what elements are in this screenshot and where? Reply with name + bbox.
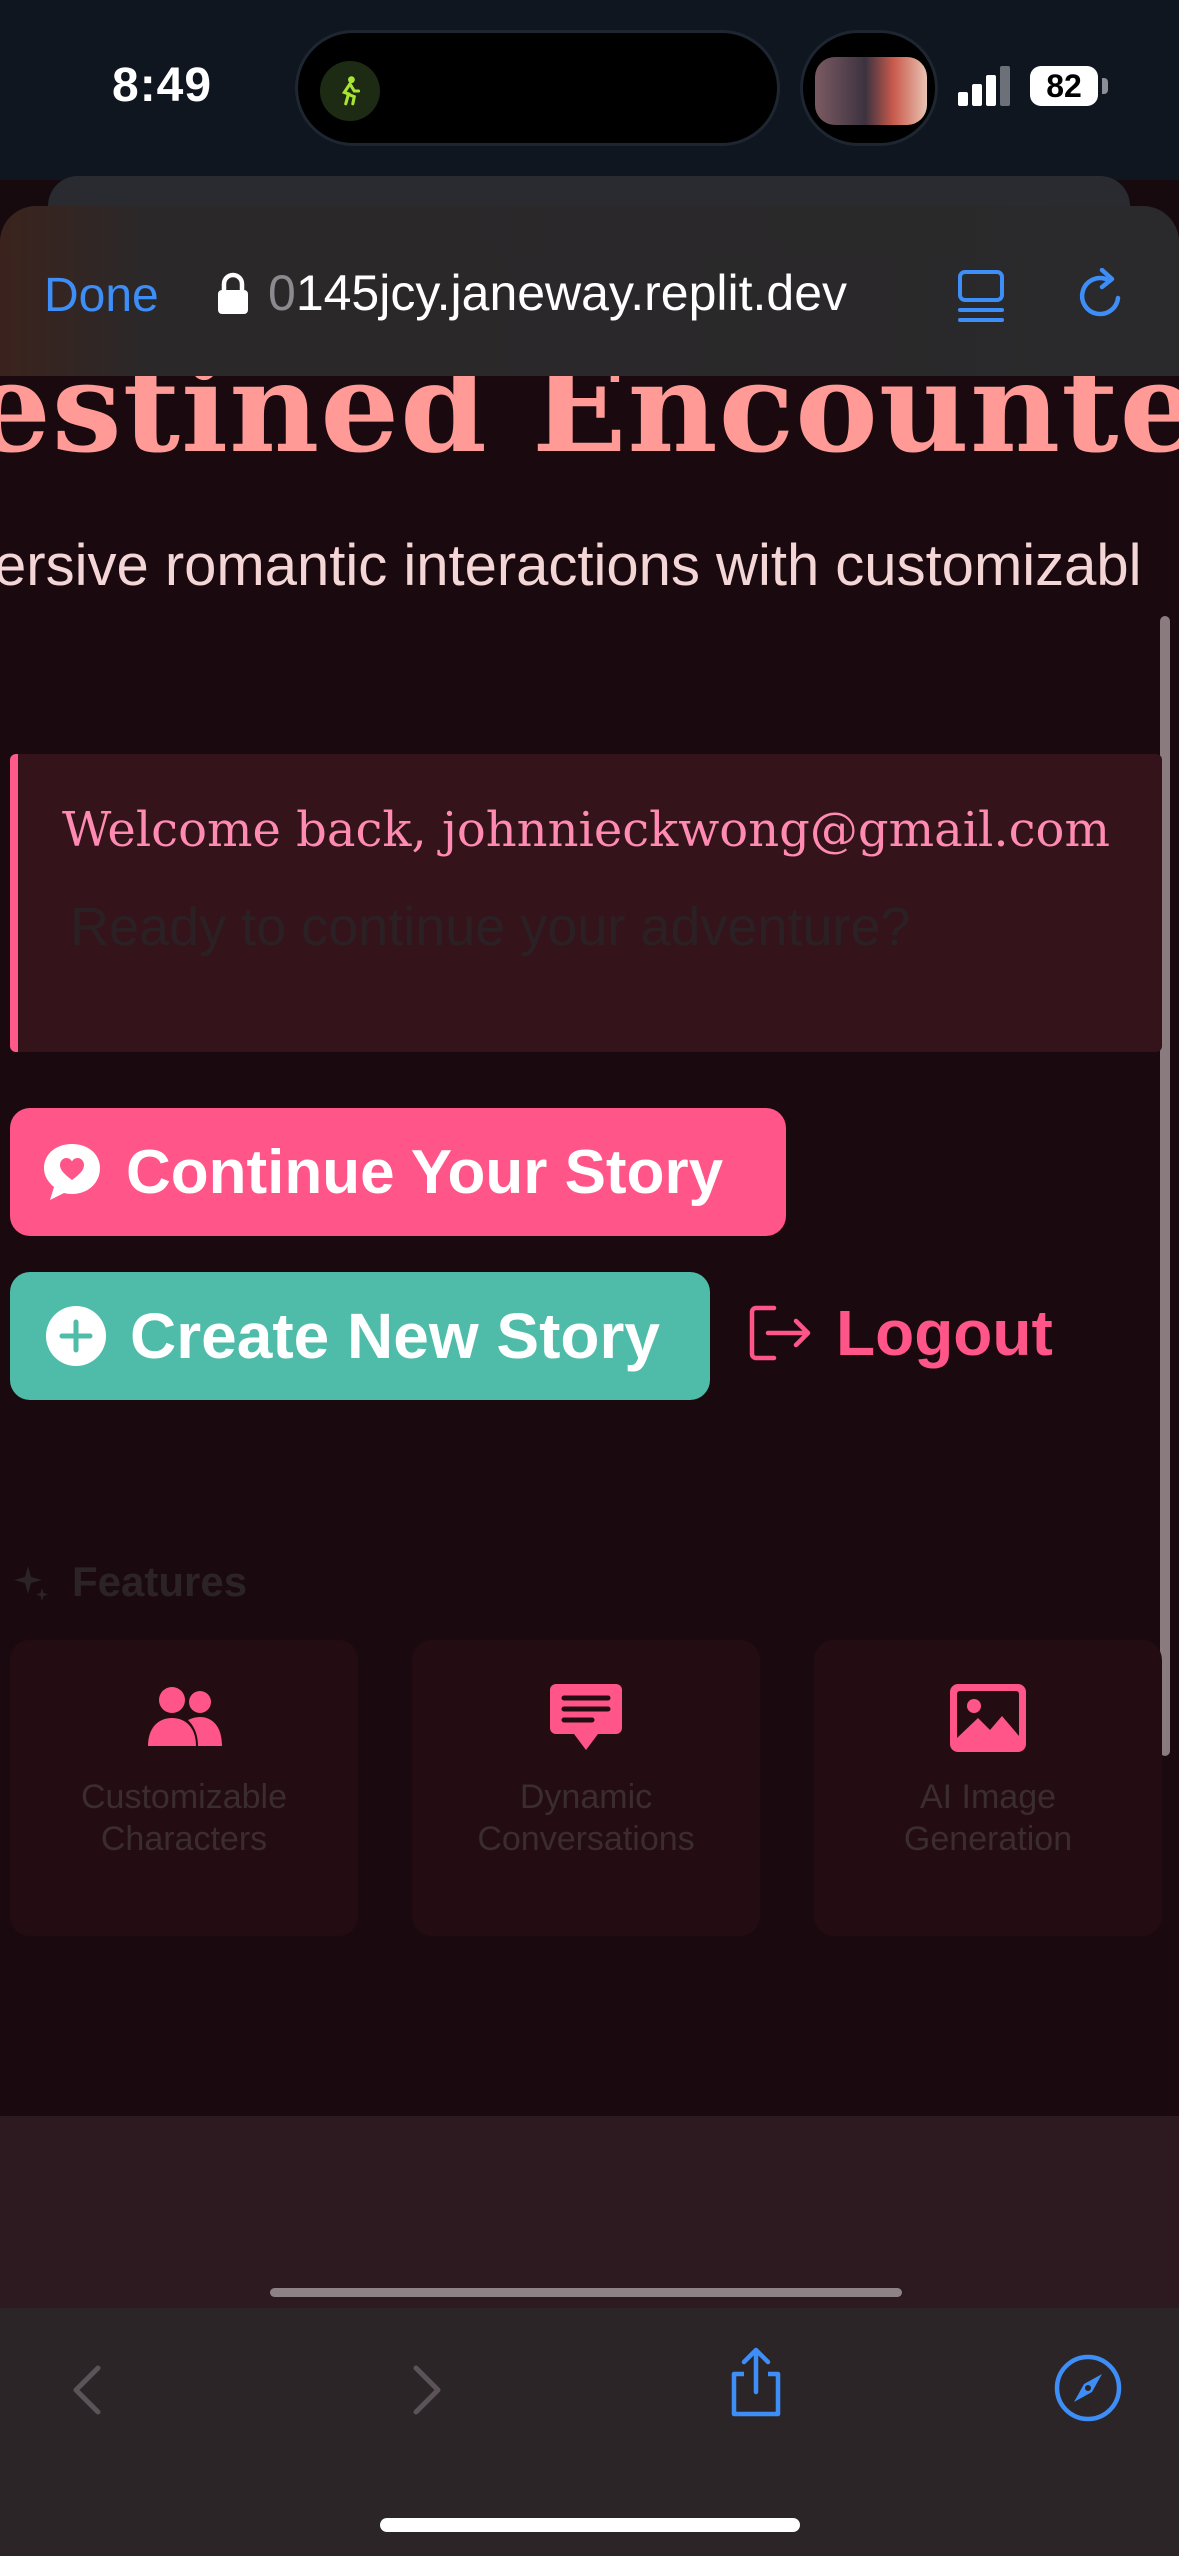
url-faded-prefix: 0 [268, 265, 296, 321]
browser-address-bar: Done 0145jcy.janeway.replit.dev [0, 206, 1179, 376]
page-title: estined Encounte [0, 376, 1179, 481]
back-icon[interactable] [52, 2354, 124, 2426]
video-preview [815, 57, 927, 125]
logout-icon [749, 1305, 811, 1361]
feature-card-characters: Customizable Characters [10, 1640, 358, 1936]
page-footer [0, 2116, 1179, 2308]
welcome-prompt: Ready to continue your adventure? [70, 897, 911, 957]
home-indicator[interactable] [380, 2518, 800, 2532]
reload-icon[interactable] [1072, 268, 1128, 324]
feature-card-line: AI Image [919, 1778, 1057, 1816]
video-thumbnail[interactable] [800, 30, 938, 146]
url-field[interactable]: 0145jcy.janeway.replit.dev [268, 264, 847, 322]
reader-mode-icon[interactable] [956, 268, 1006, 324]
share-icon[interactable] [720, 2346, 792, 2418]
battery-tip [1102, 78, 1108, 94]
battery-indicator: 82 [1030, 66, 1098, 106]
continue-story-button[interactable]: Continue Your Story [10, 1108, 786, 1236]
feature-card-line: Generation [903, 1820, 1073, 1858]
page-subtitle: ersive romantic interactions with custom… [0, 533, 1142, 598]
users-icon [148, 1687, 222, 1746]
forward-icon[interactable] [390, 2354, 462, 2426]
feature-card-image-generation: AI Image Generation [814, 1640, 1162, 1936]
url-text: 145jcy.janeway.replit.dev [295, 265, 848, 321]
feature-card-line: Customizable [81, 1778, 287, 1816]
cellular-signal-icon [958, 66, 1010, 106]
web-page: estined Encounte ersive romantic interac… [0, 376, 1179, 2116]
compass-icon[interactable] [1052, 2352, 1124, 2424]
create-story-button[interactable]: Create New Story [10, 1272, 710, 1400]
features-heading-label: Features [72, 1558, 248, 1605]
create-story-label: Create New Story [130, 1300, 660, 1372]
feature-card-conversations: Dynamic Conversations [412, 1640, 760, 1936]
clock: 8:49 [112, 59, 213, 112]
feature-card-line: Characters [100, 1820, 268, 1858]
heart-chat-icon [44, 1144, 100, 1200]
lock-icon [218, 272, 248, 314]
sparkle-icon [14, 1566, 48, 1601]
activity-icon [320, 61, 380, 121]
feature-card-line: Dynamic [519, 1778, 653, 1816]
plus-circle-icon [46, 1306, 106, 1366]
welcome-greeting: Welcome back, johnnieckwong@gmail.com [62, 802, 1110, 858]
continue-story-label: Continue Your Story [126, 1137, 724, 1207]
done-button[interactable]: Done [44, 268, 159, 323]
status-bar: 8:49 82 [0, 0, 1179, 180]
feature-card-line: Conversations [477, 1820, 695, 1858]
features-heading: Features [10, 1558, 247, 1606]
logout-label: Logout [836, 1297, 1053, 1369]
tab-bar-handle[interactable] [270, 2288, 902, 2297]
chat-icon [550, 1684, 622, 1750]
dynamic-island[interactable] [295, 30, 780, 146]
image-icon [950, 1684, 1026, 1752]
logout-button[interactable]: Logout [748, 1296, 1053, 1370]
